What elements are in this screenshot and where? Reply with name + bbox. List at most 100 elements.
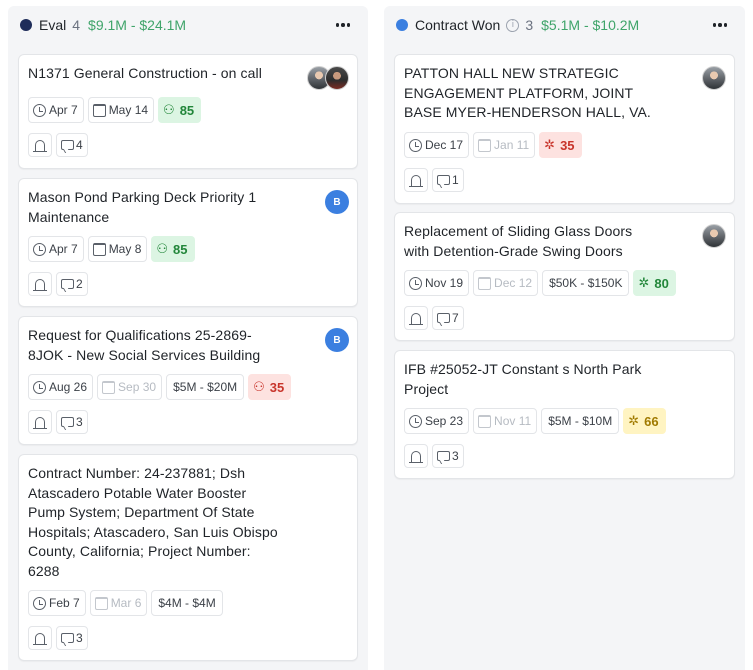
start-date-chip[interactable]: Sep 23 bbox=[404, 408, 470, 434]
value-range-chip[interactable]: $5M - $20M bbox=[166, 374, 245, 400]
sparkle-icon: ✲ bbox=[628, 413, 640, 429]
comments-button[interactable]: 1 bbox=[432, 168, 464, 192]
comment-icon bbox=[61, 279, 74, 289]
column-title: Contract Won bbox=[415, 17, 501, 33]
bell-icon bbox=[33, 278, 47, 291]
score-badge[interactable]: ✲ 66 bbox=[623, 408, 666, 434]
deal-card[interactable]: PATTON HALL NEW STRATEGIC ENGAGEMENT PLA… bbox=[394, 54, 735, 204]
column-count: 4 bbox=[72, 17, 81, 33]
notification-button[interactable] bbox=[28, 410, 52, 434]
bell-icon bbox=[409, 312, 423, 325]
due-date-chip[interactable]: Mar 6 bbox=[89, 590, 148, 616]
start-date-chip[interactable]: Aug 26 bbox=[28, 374, 94, 400]
calendar-icon bbox=[92, 242, 106, 256]
calendar-icon bbox=[478, 138, 492, 152]
clock-icon bbox=[409, 414, 422, 428]
start-date-chip[interactable]: Apr 7 bbox=[28, 97, 84, 123]
start-date-chip[interactable]: Apr 7 bbox=[28, 236, 84, 262]
due-date-chip[interactable]: Sep 30 bbox=[97, 374, 163, 400]
card-title: Request for Qualifications 25-2869-8JOK … bbox=[28, 327, 261, 363]
comment-icon bbox=[61, 140, 74, 150]
value-range-chip[interactable]: $50K - $150K bbox=[542, 270, 630, 296]
calendar-icon bbox=[478, 276, 492, 290]
card-title: Contract Number: 24-237881; Dsh Atascade… bbox=[28, 465, 278, 579]
clock-icon bbox=[409, 276, 422, 290]
bell-icon bbox=[409, 174, 423, 187]
column-count: 3 bbox=[525, 17, 534, 33]
notification-button[interactable] bbox=[404, 168, 428, 192]
clock-icon bbox=[33, 596, 46, 610]
bell-icon bbox=[33, 632, 47, 645]
bell-icon bbox=[409, 450, 423, 463]
card-title: PATTON HALL NEW STRATEGIC ENGAGEMENT PLA… bbox=[404, 65, 651, 120]
more-options-button[interactable] bbox=[709, 15, 731, 35]
deal-card[interactable]: Mason Pond Parking Deck Priority 1 Maint… bbox=[18, 178, 358, 307]
comment-icon bbox=[437, 313, 450, 323]
person-icon: ⚇ bbox=[156, 241, 169, 257]
score-badge[interactable]: ⚇ 35 bbox=[248, 374, 292, 400]
score-badge[interactable]: ✲ 80 bbox=[633, 270, 676, 296]
column-title: Eval bbox=[39, 17, 67, 33]
calendar-icon bbox=[94, 596, 108, 610]
card-title: Replacement of Sliding Glass Doors with … bbox=[404, 223, 633, 259]
comment-icon bbox=[437, 451, 450, 461]
comments-button[interactable]: 7 bbox=[432, 306, 464, 330]
calendar-icon bbox=[478, 414, 492, 428]
column-value-range: $5.1M - $10.2M bbox=[541, 17, 640, 33]
notification-button[interactable] bbox=[28, 272, 52, 296]
comments-button[interactable]: 3 bbox=[432, 444, 464, 468]
status-dot bbox=[20, 19, 32, 31]
due-date-chip[interactable]: Dec 12 bbox=[473, 270, 539, 296]
notification-button[interactable] bbox=[28, 133, 52, 157]
column-value-range: $9.1M - $24.1M bbox=[88, 17, 187, 33]
value-range-chip[interactable]: $5M - $10M bbox=[541, 408, 620, 434]
score-badge[interactable]: ⚇ 85 bbox=[151, 236, 195, 262]
bell-icon bbox=[33, 416, 47, 429]
column-header: Eval 4 $9.1M - $24.1M bbox=[8, 6, 368, 44]
deal-card[interactable]: Contract Number: 24-237881; Dsh Atascade… bbox=[18, 454, 358, 661]
column-eval: Eval 4 $9.1M - $24.1M N1371 General Cons… bbox=[8, 6, 368, 670]
due-date-chip[interactable]: May 14 bbox=[87, 97, 155, 123]
more-options-button[interactable] bbox=[332, 15, 354, 35]
score-badge[interactable]: ⚇ 85 bbox=[158, 97, 202, 123]
deal-card[interactable]: Request for Qualifications 25-2869-8JOK … bbox=[18, 316, 358, 445]
calendar-icon bbox=[102, 380, 116, 394]
person-icon: ⚇ bbox=[163, 102, 175, 118]
clock-icon bbox=[33, 380, 46, 394]
status-dot bbox=[396, 19, 408, 31]
bell-icon bbox=[33, 139, 47, 152]
card-title: N1371 General Construction - on call bbox=[28, 65, 262, 81]
comments-button[interactable]: 3 bbox=[56, 626, 88, 650]
comment-icon bbox=[437, 175, 450, 185]
comments-button[interactable]: 2 bbox=[56, 272, 88, 296]
deal-card[interactable]: N1371 General Construction - on call Apr… bbox=[18, 54, 358, 169]
notification-button[interactable] bbox=[404, 306, 428, 330]
clock-icon bbox=[33, 242, 46, 256]
calendar-icon bbox=[92, 103, 106, 117]
card-title: Mason Pond Parking Deck Priority 1 Maint… bbox=[28, 189, 257, 225]
comment-icon bbox=[61, 633, 74, 643]
notification-button[interactable] bbox=[28, 626, 52, 650]
due-date-chip[interactable]: May 8 bbox=[87, 236, 148, 262]
due-date-chip[interactable]: Jan 11 bbox=[473, 132, 536, 158]
comments-button[interactable]: 3 bbox=[56, 410, 88, 434]
notification-button[interactable] bbox=[404, 444, 428, 468]
deal-card[interactable]: IFB #25052-JT Constant s North Park Proj… bbox=[394, 350, 735, 479]
avatar: B bbox=[325, 328, 349, 352]
sparkle-icon: ✲ bbox=[638, 275, 650, 291]
avatar bbox=[702, 224, 726, 248]
start-date-chip[interactable]: Feb 7 bbox=[28, 590, 86, 616]
sparkle-icon: ✲ bbox=[544, 137, 556, 153]
comment-icon bbox=[61, 417, 74, 427]
info-icon[interactable]: i bbox=[506, 18, 520, 32]
due-date-chip[interactable]: Nov 11 bbox=[473, 408, 538, 434]
avatar bbox=[325, 66, 349, 90]
score-badge[interactable]: ✲ 35 bbox=[539, 132, 582, 158]
column-contract-won: Contract Won i 3 $5.1M - $10.2M PATTON H… bbox=[384, 6, 745, 670]
start-date-chip[interactable]: Nov 19 bbox=[404, 270, 470, 296]
value-range-chip[interactable]: $4M - $4M bbox=[151, 590, 223, 616]
deal-card[interactable]: Replacement of Sliding Glass Doors with … bbox=[394, 212, 735, 341]
avatar: B bbox=[325, 190, 349, 214]
start-date-chip[interactable]: Dec 17 bbox=[404, 132, 470, 158]
comments-button[interactable]: 4 bbox=[56, 133, 88, 157]
